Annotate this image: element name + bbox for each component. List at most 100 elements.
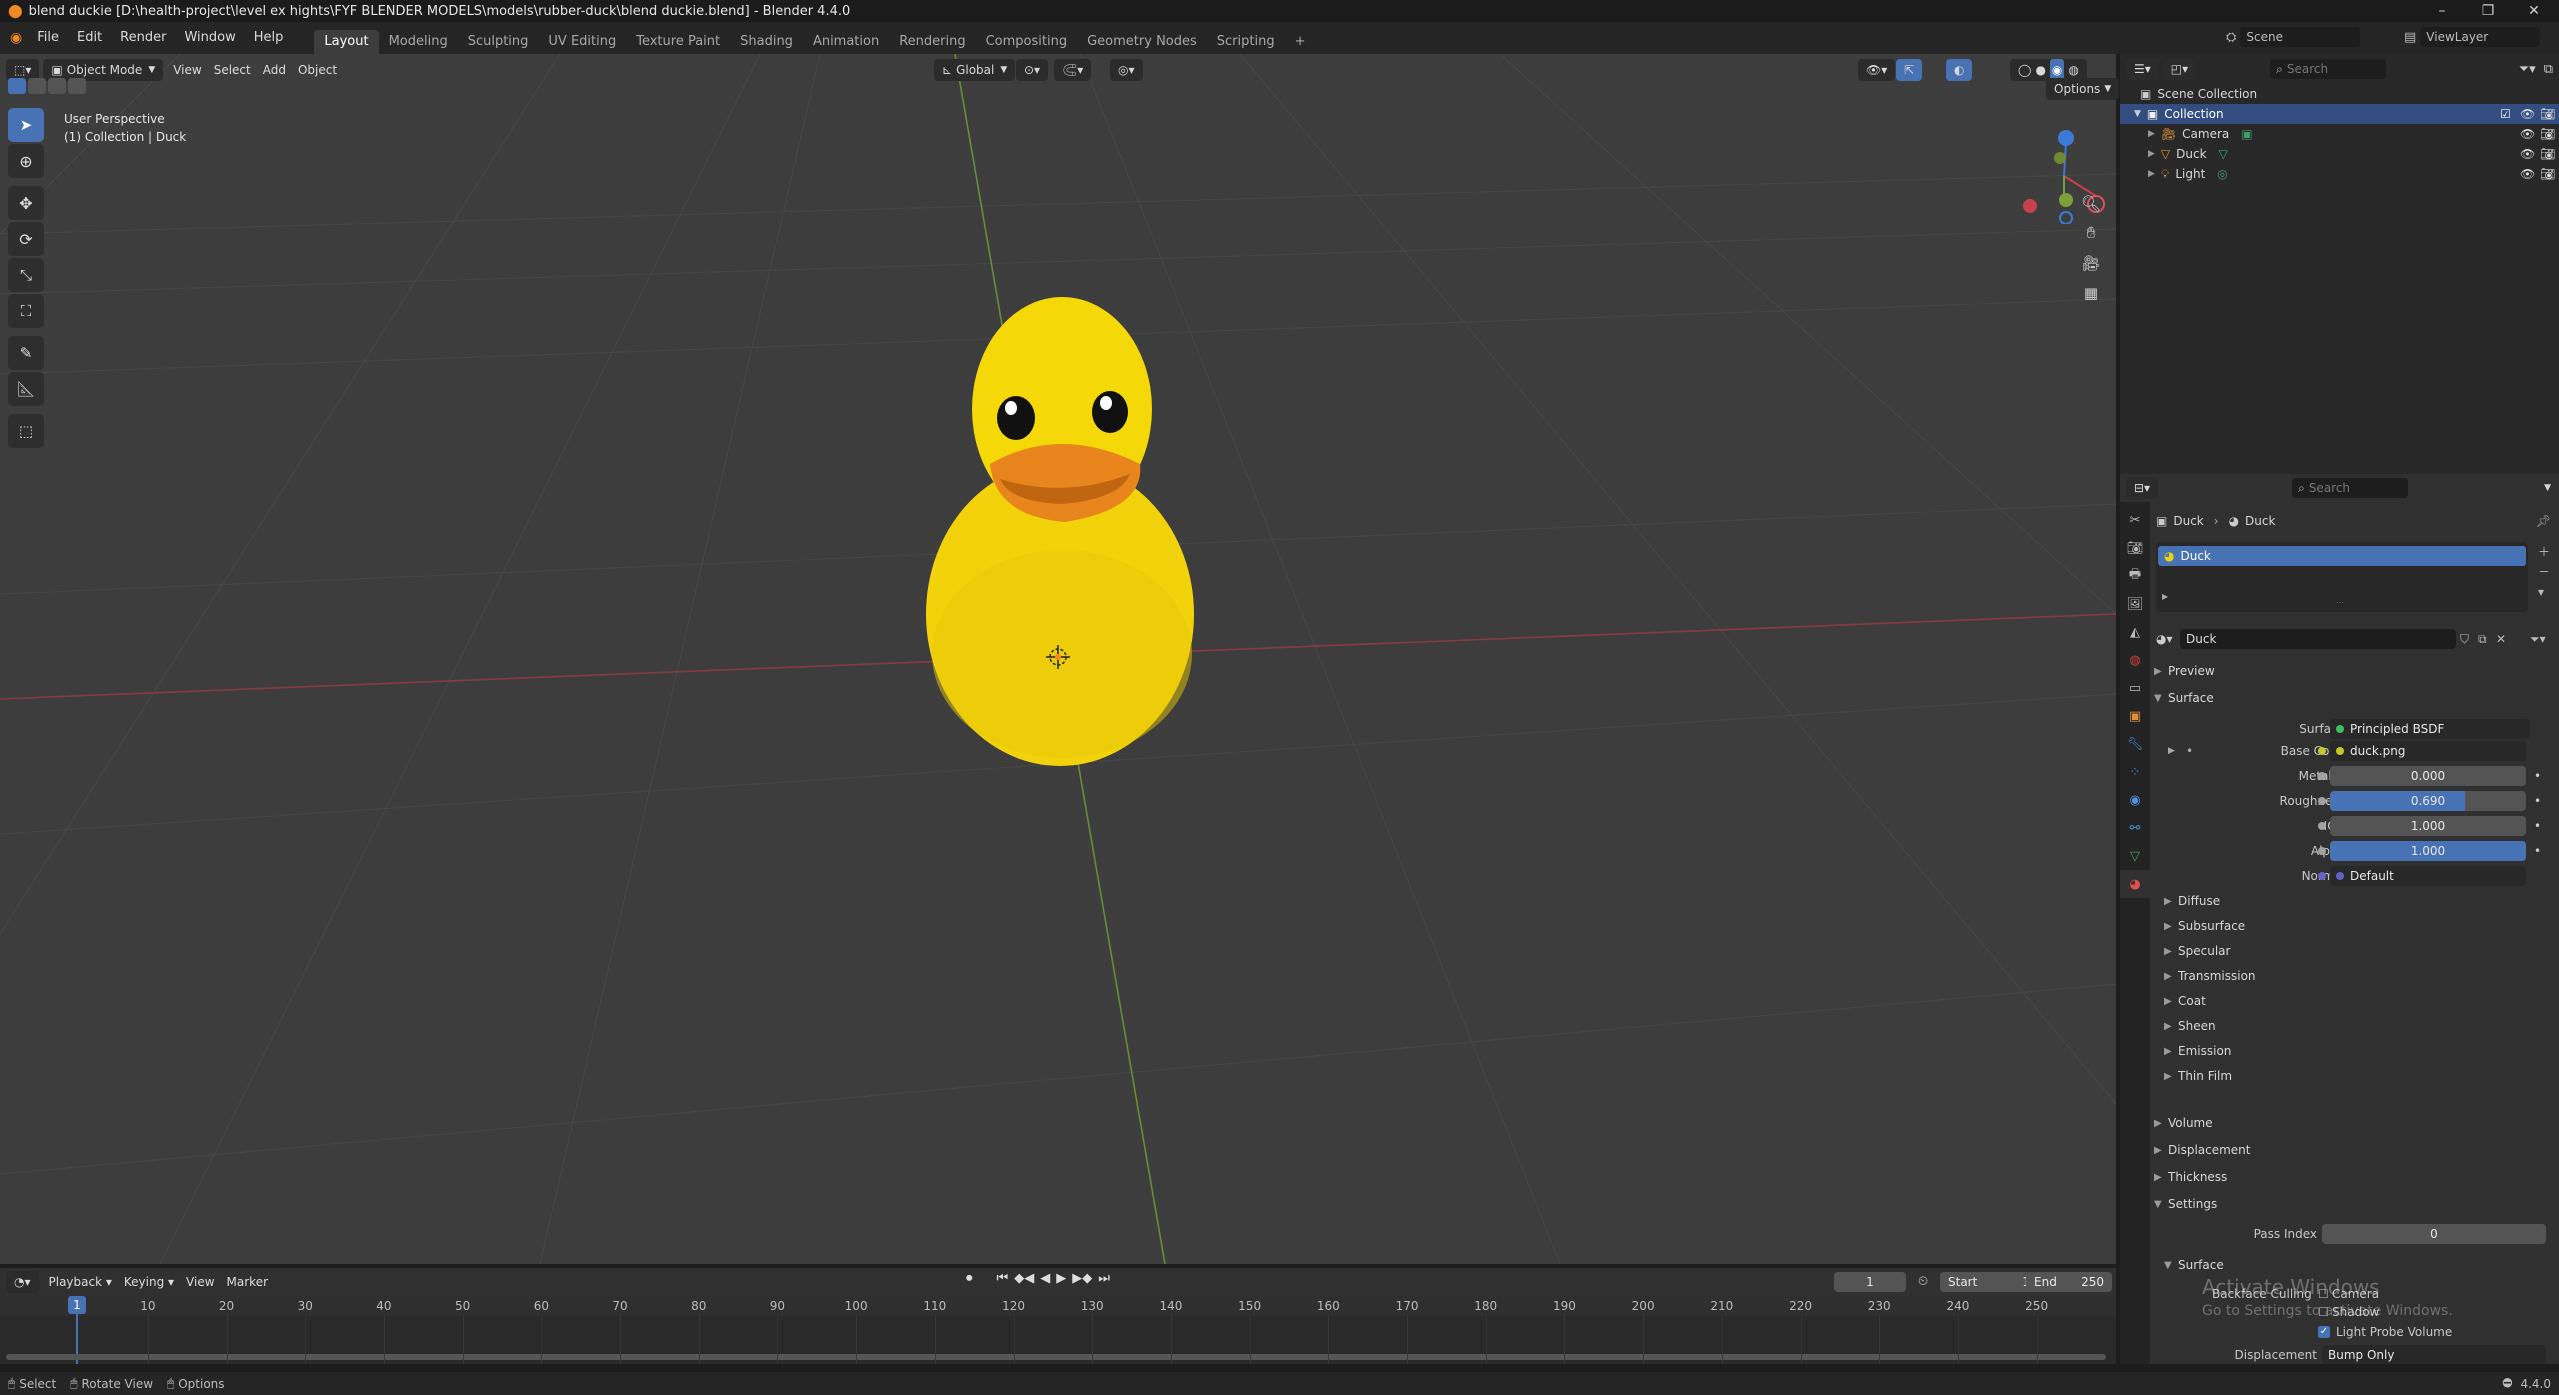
jump-end-icon[interactable]: ⏭︎ xyxy=(1098,1271,1110,1286)
tab-animation[interactable]: Animation xyxy=(803,30,889,54)
tab-constraints[interactable]: ⚯ xyxy=(2120,814,2150,842)
tab-material[interactable]: ◕ xyxy=(2120,870,2150,898)
prev-keyframe-icon[interactable]: ◆◀ xyxy=(1014,1271,1034,1286)
pass-index-field[interactable]: 0 xyxy=(2322,1224,2546,1244)
tab-modeling[interactable]: Modeling xyxy=(379,30,458,54)
timeline-editor-type-button[interactable]: ◔▾ xyxy=(6,1271,39,1293)
pin-icon[interactable]: 📌︎ xyxy=(2536,514,2551,528)
section-surface[interactable]: ▼ Surface xyxy=(2154,687,2555,709)
section-preview[interactable]: ▶ Preview xyxy=(2154,660,2555,682)
tab-data[interactable]: ▽ xyxy=(2120,842,2150,870)
section-thickness[interactable]: ▶ Thickness xyxy=(2154,1166,2555,1188)
tab-layout[interactable]: Layout xyxy=(314,30,379,54)
play-reverse-icon[interactable]: ◀ xyxy=(1040,1271,1050,1286)
add-cube-tool[interactable]: ⬚ xyxy=(8,414,44,448)
frame-ruler[interactable]: 10 20 30 40 50 60 70 80 90 100 110 120 130 140 150 160 1… xyxy=(0,1296,2116,1316)
material-browse-icon[interactable]: ◕▾ xyxy=(2156,632,2173,646)
blender-menu-icon[interactable]: ◉ xyxy=(10,30,22,46)
tab-view-layer[interactable]: 🖼︎ xyxy=(2120,590,2150,618)
shader-input-slider[interactable]: 0.690 xyxy=(2330,791,2526,811)
subpanel-transmission[interactable]: ▶ Transmission xyxy=(2164,965,2256,987)
tab-uv-editing[interactable]: UV Editing xyxy=(538,30,626,54)
shader-input-link-field[interactable]: Default xyxy=(2330,866,2526,886)
shader-input-slider[interactable]: 0.000 xyxy=(2330,766,2526,786)
checkbox-checked-icon[interactable]: ✓ xyxy=(2318,1326,2330,1338)
material-slot-item[interactable]: ◕ Duck xyxy=(2158,546,2526,566)
playhead[interactable]: 1 xyxy=(68,1296,86,1314)
timeline-menu-keying[interactable]: Keying ▾ xyxy=(118,1271,180,1293)
chevron-right-icon[interactable]: ▶ xyxy=(2148,169,2155,179)
add-slot-button[interactable]: ＋ xyxy=(2538,542,2554,562)
visibility-dropdown[interactable]: 👁︎▾ xyxy=(1858,59,1896,81)
minimize-button[interactable]: – xyxy=(2420,0,2464,22)
tab-physics[interactable]: ◉ xyxy=(2120,786,2150,814)
menu-help[interactable]: Help xyxy=(245,27,293,49)
chevron-down-icon[interactable]: ▼ xyxy=(2544,483,2551,493)
render-camera-icon[interactable]: 📷︎ xyxy=(2540,107,2555,121)
section-settings[interactable]: ▼ Settings xyxy=(2154,1193,2555,1215)
proportional-edit-toggle[interactable]: ◎▾ xyxy=(1110,59,1143,81)
tab-scripting[interactable]: Scripting xyxy=(1207,30,1285,54)
outliner-item-camera[interactable]: ▶ 🎥︎ Camera ▣ 👁︎ 📷︎ xyxy=(2120,124,2559,144)
visibility-eye-icon[interactable]: 👁︎ xyxy=(2520,127,2535,141)
chevron-right-icon[interactable]: ▶ xyxy=(2168,746,2175,756)
keyframe-dot-icon[interactable]: • xyxy=(2534,819,2541,833)
tab-geometry-nodes[interactable]: Geometry Nodes xyxy=(1077,30,1207,54)
remove-slot-button[interactable]: － xyxy=(2538,562,2554,582)
subpanel-coat[interactable]: ▶ Coat xyxy=(2164,990,2206,1012)
outliner-editor-type-button[interactable]: ☰▾ xyxy=(2126,58,2159,80)
pan-view-button[interactable]: ✋︎ xyxy=(2074,218,2108,248)
duplicate-material-icon[interactable]: ⧉ xyxy=(2478,632,2487,647)
menu-render[interactable]: Render xyxy=(111,27,175,49)
camera-view-button[interactable]: 🎥︎ xyxy=(2074,248,2108,278)
overlays-toggle[interactable]: ◐ xyxy=(1946,59,1973,81)
maximize-button[interactable]: ❐ xyxy=(2466,0,2510,22)
3d-viewport[interactable]: User Perspective (1) Collection | Duck 🔍… xyxy=(0,54,2116,1264)
chevron-right-icon[interactable]: ▶ xyxy=(2148,149,2155,159)
current-frame-field[interactable]: 1 xyxy=(1834,1272,1906,1292)
expand-arrow-icon[interactable]: ▶ xyxy=(2162,592,2168,601)
section-displacement[interactable]: ▶ Displacement xyxy=(2154,1139,2555,1161)
scene-collection-row[interactable]: ▣ Scene Collection xyxy=(2120,84,2559,104)
measure-tool[interactable]: 📐︎ xyxy=(8,372,44,406)
transform-tool[interactable]: ⛶ xyxy=(8,294,44,328)
select-mode-new-icon[interactable] xyxy=(8,78,26,94)
input-socket-dot[interactable] xyxy=(2318,797,2326,805)
checkbox-icon[interactable]: ☑ xyxy=(2500,107,2511,121)
tab-texture-paint[interactable]: Texture Paint xyxy=(626,30,730,54)
menu-edit[interactable]: Edit xyxy=(68,27,111,49)
scale-tool[interactable]: ⤡ xyxy=(8,258,44,292)
view-layer-selector[interactable]: ▤ ViewLayer xyxy=(2404,27,2541,47)
visibility-eye-icon[interactable]: 👁︎ xyxy=(2520,167,2535,181)
tab-world[interactable]: ◍ xyxy=(2120,646,2150,674)
timeline-area[interactable]: 10 20 30 40 50 60 70 80 90 100 110 120 130 140 150 160 1… xyxy=(0,1296,2116,1364)
select-box-tool[interactable]: ➤ xyxy=(8,108,44,142)
surface-shader-field[interactable]: Principled BSDF xyxy=(2330,719,2530,739)
outliner-search-field[interactable]: ⌕ Search xyxy=(2270,59,2387,79)
record-icon[interactable]: ⏺︎ xyxy=(966,1271,973,1286)
viewport-options-button[interactable]: Options ▼ xyxy=(2046,78,2120,100)
subpanel-emission[interactable]: ▶ Emission xyxy=(2164,1040,2231,1062)
transform-orientation-dropdown[interactable]: ⊾ Global ▼ xyxy=(934,59,1016,81)
input-socket-dot[interactable] xyxy=(2318,747,2326,755)
select-mode-invert-icon[interactable] xyxy=(68,78,86,94)
slot-menu-button[interactable]: ▾ xyxy=(2538,582,2554,602)
snap-toggle[interactable]: 🧲︎▾ xyxy=(1054,59,1092,81)
tab-object[interactable]: ▣ xyxy=(2120,702,2150,730)
timeline-menu-view[interactable]: View xyxy=(180,1271,220,1293)
input-socket-dot[interactable] xyxy=(2318,772,2326,780)
new-collection-icon[interactable]: ⧉ xyxy=(2544,62,2553,77)
material-name-field[interactable]: Duck xyxy=(2180,629,2456,649)
play-icon[interactable]: ▶ xyxy=(1056,1271,1066,1286)
visibility-eye-icon[interactable]: 👁︎ xyxy=(2520,147,2535,161)
timeline-scrollbar[interactable] xyxy=(6,1354,2106,1360)
render-camera-icon[interactable]: 📷︎ xyxy=(2540,147,2555,161)
resize-handle-icon[interactable]: ⋯ xyxy=(2336,598,2344,607)
keyframe-dot-icon[interactable]: • xyxy=(2534,844,2541,858)
duck-model[interactable] xyxy=(926,297,1194,766)
subpanel-specular[interactable]: ▶ Specular xyxy=(2164,940,2230,962)
close-window-button[interactable]: ✕ xyxy=(2512,0,2556,22)
next-keyframe-icon[interactable]: ▶◆ xyxy=(1072,1271,1092,1286)
clock-icon[interactable]: ⏲︎ xyxy=(1918,1274,1928,1289)
visibility-eye-icon[interactable]: 👁︎ xyxy=(2520,107,2535,121)
